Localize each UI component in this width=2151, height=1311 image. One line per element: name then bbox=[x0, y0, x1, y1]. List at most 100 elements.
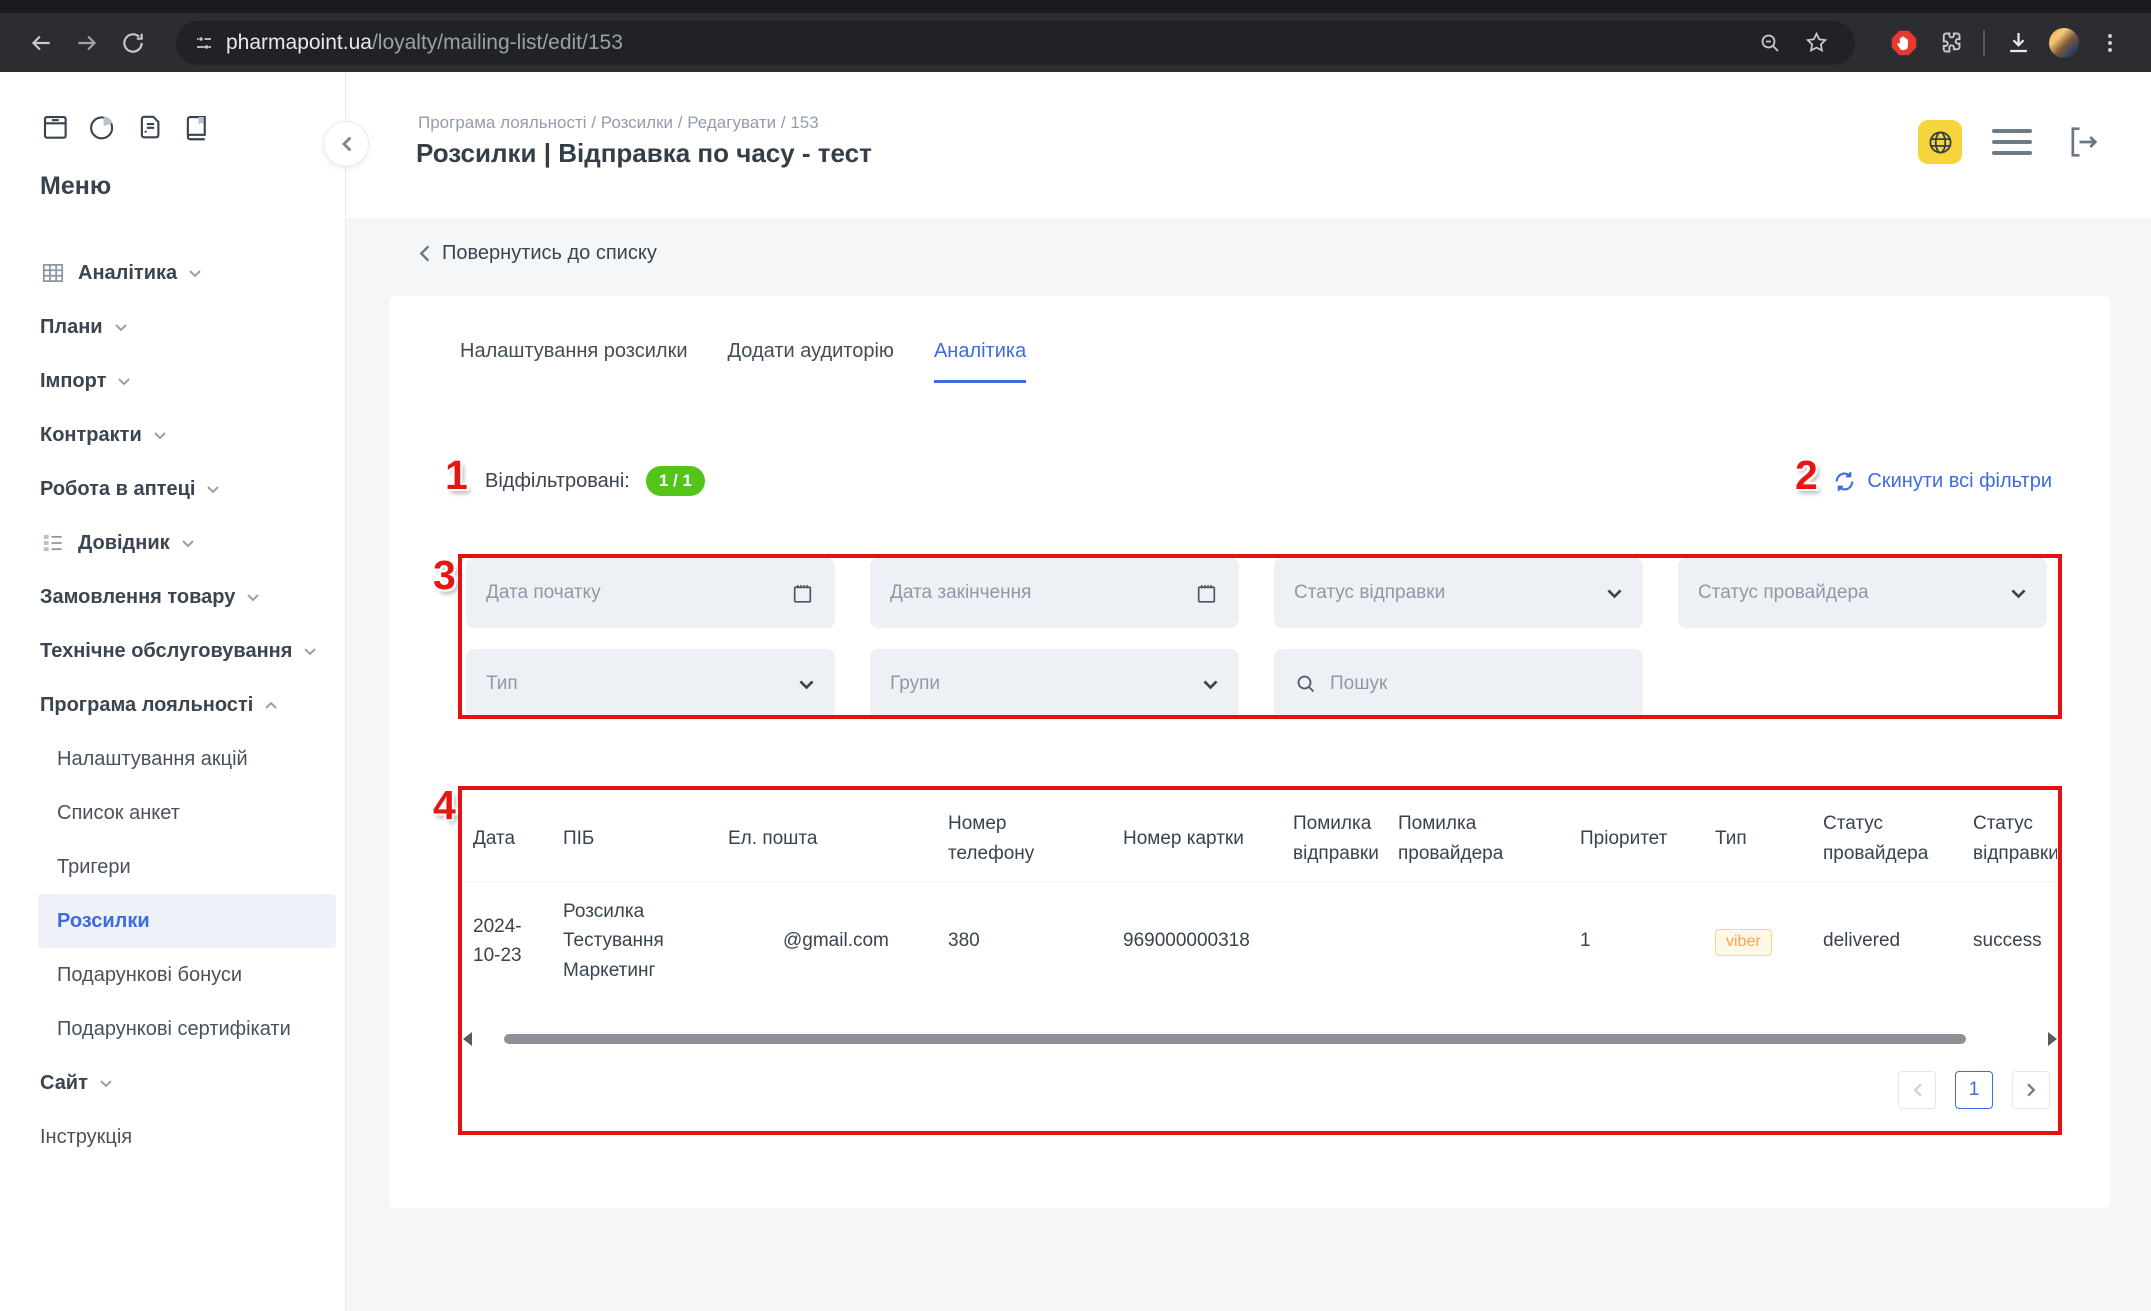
bookmark-button[interactable] bbox=[1799, 26, 1833, 60]
chevron-down-icon bbox=[117, 377, 131, 386]
filter-date-start[interactable]: Дата початку bbox=[466, 558, 835, 628]
profile-avatar[interactable] bbox=[2049, 28, 2079, 58]
downloads-button[interactable] bbox=[2001, 26, 2035, 60]
scrollbar-thumb[interactable] bbox=[504, 1034, 1966, 1044]
chevron-down-icon bbox=[206, 485, 220, 494]
logout-button[interactable] bbox=[2062, 122, 2102, 162]
book-icon[interactable] bbox=[181, 112, 211, 142]
prev-page-button[interactable] bbox=[1898, 1071, 1936, 1109]
address-bar[interactable]: pharmapoint.ua/loyalty/mailing-list/edit… bbox=[176, 21, 1855, 65]
sidebar-item-import[interactable]: Імпорт bbox=[0, 354, 345, 408]
toolbar-divider bbox=[1983, 30, 1985, 56]
current-page-button[interactable]: 1 bbox=[1955, 1071, 1993, 1109]
list-icon bbox=[40, 530, 66, 556]
site-settings-icon[interactable] bbox=[192, 31, 216, 55]
calendar-icon bbox=[790, 581, 815, 606]
filtered-label: Відфільтровані: bbox=[485, 470, 630, 493]
forward-arrow-icon bbox=[74, 30, 100, 56]
filtered-count-badge: 1 / 1 bbox=[646, 466, 705, 496]
star-icon bbox=[1804, 30, 1829, 55]
sidebar-item-goods-order[interactable]: Замовлення товару bbox=[0, 570, 345, 624]
zoom-page-button[interactable] bbox=[1753, 26, 1787, 60]
scrollbar-track[interactable] bbox=[478, 1033, 2042, 1045]
tabs: Налаштування розсилки Додати аудиторію А… bbox=[460, 340, 1026, 383]
reload-button[interactable] bbox=[116, 26, 150, 60]
back-button[interactable] bbox=[24, 26, 58, 60]
next-page-button[interactable] bbox=[2012, 1071, 2050, 1109]
browser-chrome: pharmapoint.ua/loyalty/mailing-list/edit… bbox=[0, 0, 2151, 72]
chevron-up-icon bbox=[264, 701, 278, 710]
extensions-button[interactable] bbox=[1933, 26, 1967, 60]
tab-mailing-settings[interactable]: Налаштування розсилки bbox=[460, 340, 688, 383]
sidebar-item-instruction[interactable]: Інструкція bbox=[0, 1110, 345, 1164]
chevron-down-icon bbox=[798, 679, 815, 690]
annotation-number-3: 3 bbox=[433, 552, 456, 599]
sidebar-item-pharmacy-work[interactable]: Робота в аптеці bbox=[0, 462, 345, 516]
cell-name: Розсилка Тестування Маркетинг bbox=[553, 889, 718, 993]
sidebar-item-loyalty-program[interactable]: Програма лояльності bbox=[0, 678, 345, 732]
search-input[interactable] bbox=[1330, 673, 1623, 695]
url-text: pharmapoint.ua/loyalty/mailing-list/edit… bbox=[226, 31, 623, 55]
adblock-extension-button[interactable] bbox=[1887, 26, 1921, 60]
column-header: Статус відправки bbox=[1963, 801, 2057, 876]
filter-groups-select[interactable]: Групи bbox=[870, 649, 1239, 719]
column-header: ПІБ bbox=[553, 816, 718, 861]
logout-icon bbox=[2062, 122, 2102, 162]
sidebar-item-analytics[interactable]: Аналітика bbox=[0, 246, 345, 300]
forward-button[interactable] bbox=[70, 26, 104, 60]
breadcrumb: Програма лояльності / Розсилки / Редагув… bbox=[418, 113, 819, 133]
calendar-icon bbox=[1194, 581, 1219, 606]
browser-toolbar: pharmapoint.ua/loyalty/mailing-list/edit… bbox=[0, 13, 2151, 72]
column-header: Дата bbox=[463, 816, 553, 861]
reset-filters-link[interactable]: Скинути всі фільтри bbox=[1832, 469, 2052, 494]
back-arrow-icon bbox=[28, 30, 54, 56]
filter-send-status-select[interactable]: Статус відправки bbox=[1274, 558, 1643, 628]
filter-provider-status-select[interactable]: Статус провайдера bbox=[1678, 558, 2047, 628]
chevron-down-icon bbox=[114, 323, 128, 332]
annotation-number-1: 1 bbox=[445, 452, 468, 499]
filter-type-select[interactable]: Тип bbox=[466, 649, 835, 719]
annotation-number-2: 2 bbox=[1795, 452, 1818, 499]
sidebar-item-plans[interactable]: Плани bbox=[0, 300, 345, 354]
cell-provider-status: delivered bbox=[1813, 918, 1963, 963]
sidebar-item-mailings[interactable]: Розсилки bbox=[0, 894, 345, 948]
header-menu-button[interactable] bbox=[1992, 129, 2032, 155]
sidebar-item-maintenance[interactable]: Технічне обслуговування bbox=[0, 624, 345, 678]
zoom-out-icon bbox=[1758, 31, 1782, 55]
sidebar-item-site[interactable]: Сайт bbox=[0, 1056, 345, 1110]
language-button[interactable] bbox=[1918, 120, 1962, 164]
pie-chart-icon[interactable] bbox=[87, 112, 117, 142]
viber-type-badge: viber bbox=[1715, 929, 1772, 956]
sidebar-item-promo-settings[interactable]: Налаштування акцій bbox=[0, 732, 345, 786]
sidebar-collapse-button[interactable] bbox=[323, 121, 369, 167]
url-path: /loyalty/mailing-list/edit/153 bbox=[372, 31, 623, 54]
sidebar-item-contracts[interactable]: Контракти bbox=[0, 408, 345, 462]
menu-title: Меню bbox=[40, 172, 111, 201]
sidebar-item-gift-certificates[interactable]: Подарункові сертифікати bbox=[0, 1002, 345, 1056]
archive-icon[interactable] bbox=[40, 112, 70, 142]
chevron-down-icon bbox=[2010, 588, 2027, 599]
back-to-list-link[interactable]: Повернутись до списку bbox=[418, 242, 657, 265]
chevron-left-icon bbox=[1911, 1082, 1924, 1098]
cell-email: @gmail.com bbox=[718, 918, 938, 963]
sidebar-item-directory[interactable]: Довідник bbox=[0, 516, 345, 570]
tab-analytics[interactable]: Аналітика bbox=[934, 340, 1026, 383]
sidebar-item-triggers[interactable]: Тригери bbox=[0, 840, 345, 894]
scroll-left-arrow[interactable] bbox=[463, 1032, 472, 1046]
content-area: Повернутись до списку Налаштування розси… bbox=[346, 218, 2151, 1311]
annotation-number-4: 4 bbox=[433, 782, 456, 829]
browser-menu-button[interactable] bbox=[2093, 26, 2127, 60]
filter-date-end[interactable]: Дата закінчення bbox=[870, 558, 1239, 628]
search-field[interactable] bbox=[1274, 649, 1643, 719]
sidebar-item-questionnaire-list[interactable]: Список анкет bbox=[0, 786, 345, 840]
filter-grid: Дата початку Дата закінчення Статус відп… bbox=[466, 558, 2047, 740]
column-header: Помилка відправки bbox=[1283, 801, 1388, 876]
tab-add-audience[interactable]: Додати аудиторію bbox=[728, 340, 894, 383]
grid-icon bbox=[40, 260, 66, 286]
reload-icon bbox=[120, 30, 146, 56]
column-header: Тип bbox=[1705, 816, 1813, 861]
sidebar-item-gift-bonuses[interactable]: Подарункові бонуси bbox=[0, 948, 345, 1002]
sidebar-nav: Аналітика Плани Імпорт Контракти Робота … bbox=[0, 246, 345, 1164]
document-icon[interactable] bbox=[134, 112, 164, 142]
scroll-right-arrow[interactable] bbox=[2048, 1032, 2057, 1046]
